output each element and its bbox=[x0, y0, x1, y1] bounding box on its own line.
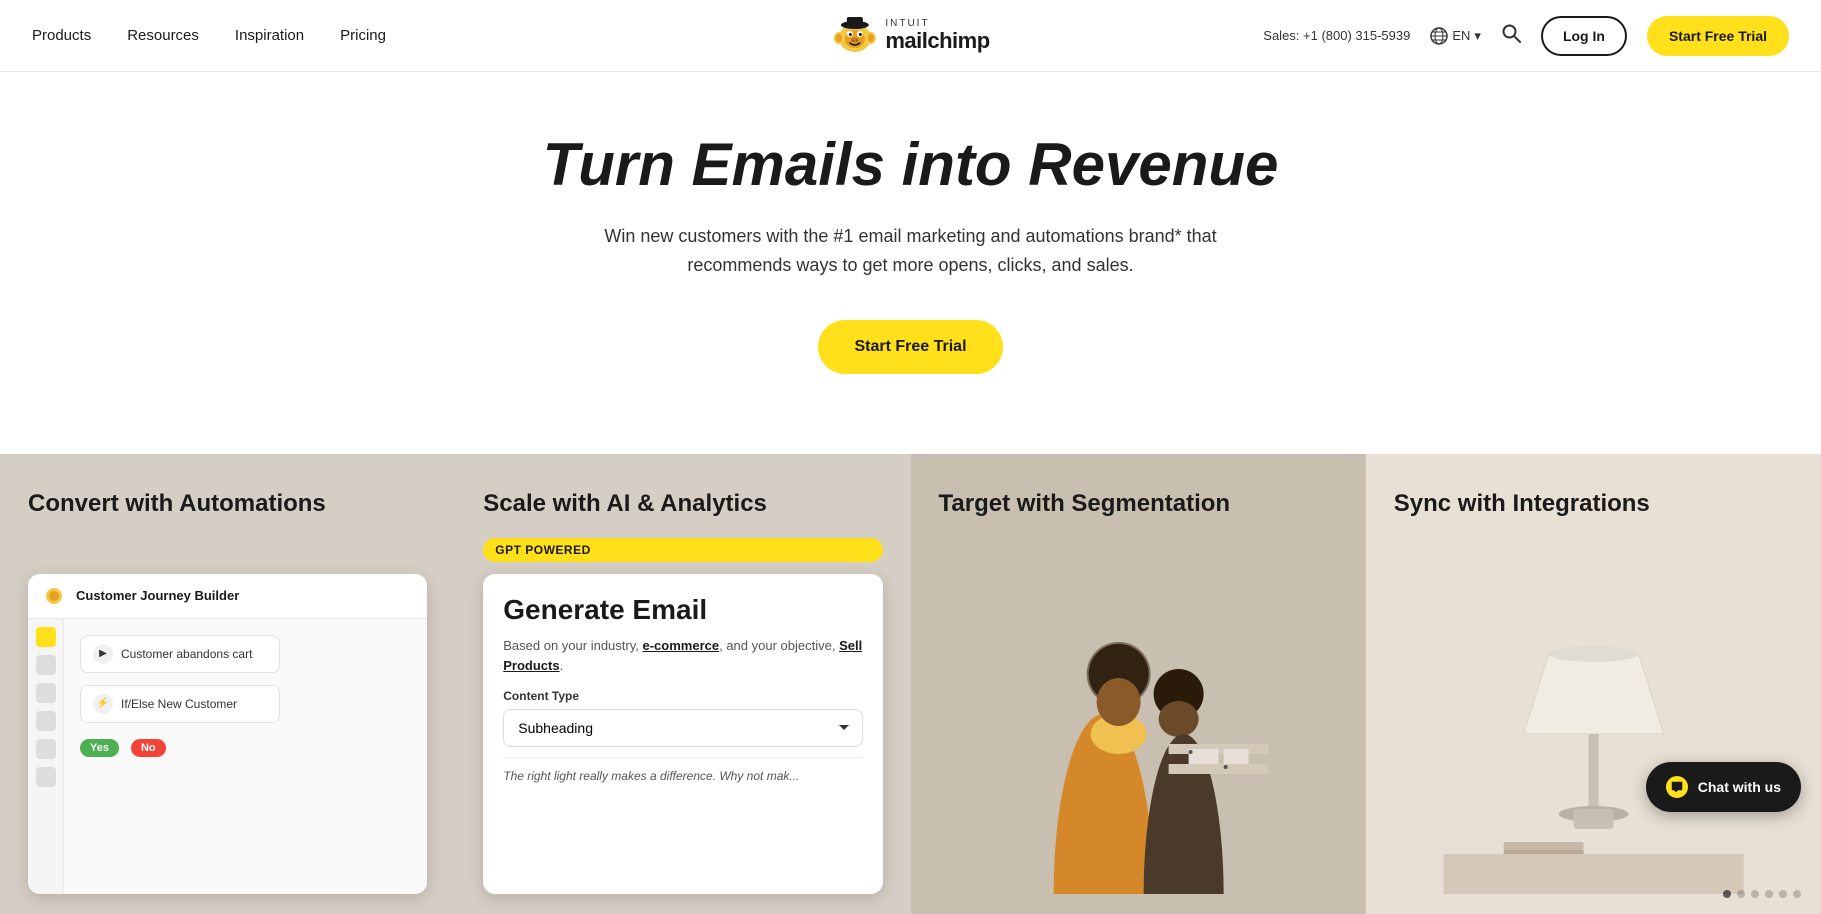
journey-header-icon bbox=[42, 584, 66, 608]
automations-title: Convert with Automations bbox=[28, 490, 427, 519]
feature-panel-integrations: Sync with Integrations bbox=[1366, 454, 1821, 914]
nav-inspiration[interactable]: Inspiration bbox=[235, 27, 304, 44]
sales-phone: Sales: +1 (800) 315-5939 bbox=[1263, 28, 1410, 43]
start-trial-button-hero[interactable]: Start Free Trial bbox=[818, 320, 1002, 374]
nav-resources[interactable]: Resources bbox=[127, 27, 199, 44]
sidebar-dot-5 bbox=[36, 739, 56, 759]
ai-title: Scale with AI & Analytics bbox=[483, 490, 882, 519]
carousel-dot-3[interactable] bbox=[1751, 890, 1759, 898]
sidebar-dot-3 bbox=[36, 683, 56, 703]
desc-mid: , and your objective, bbox=[719, 638, 839, 653]
carousel-dot-2[interactable] bbox=[1737, 890, 1745, 898]
chimp-small-icon bbox=[45, 587, 63, 605]
people-illustration bbox=[939, 594, 1338, 894]
journey-header: Customer Journey Builder bbox=[28, 574, 427, 619]
sidebar-dot-6 bbox=[36, 767, 56, 787]
content-type-label: Content Type bbox=[503, 689, 862, 703]
nav-products[interactable]: Products bbox=[32, 27, 91, 44]
gpt-badge: GPT POWERED bbox=[483, 538, 882, 562]
journey-node-1-label: Customer abandons cart bbox=[121, 647, 252, 661]
content-type-select[interactable]: Subheading Heading Body Copy CTA bbox=[503, 709, 862, 747]
hero-title: Turn Emails into Revenue bbox=[20, 132, 1801, 198]
ecommerce-link[interactable]: e-commerce bbox=[642, 638, 719, 653]
header: Products Resources Inspiration Pricing bbox=[0, 0, 1821, 72]
sidebar-dot-4 bbox=[36, 711, 56, 731]
play-icon: ▶ bbox=[93, 644, 113, 664]
journey-node-1: ▶ Customer abandons cart bbox=[80, 635, 280, 673]
sidebar-dot-1 bbox=[36, 627, 56, 647]
feature-panel-segmentation: Target with Segmentation bbox=[911, 454, 1366, 914]
carousel-dot-6[interactable] bbox=[1793, 890, 1801, 898]
integrations-visual bbox=[1394, 538, 1793, 893]
login-button[interactable]: Log In bbox=[1541, 16, 1627, 56]
chat-icon bbox=[1670, 780, 1684, 794]
search-button[interactable] bbox=[1501, 23, 1521, 48]
chat-bubble-icon bbox=[1666, 776, 1688, 798]
carousel-dot-5[interactable] bbox=[1779, 890, 1787, 898]
hero-subtitle: Win new customers with the #1 email mark… bbox=[571, 222, 1251, 280]
chat-widget[interactable]: Chat with us bbox=[1646, 762, 1801, 812]
carousel-dot-4[interactable] bbox=[1765, 890, 1773, 898]
desc-pre: Based on your industry, bbox=[503, 638, 642, 653]
nav-right: Sales: +1 (800) 315-5939 EN ▾ Log In Sta… bbox=[1263, 16, 1789, 56]
branch-icon: ⚡ bbox=[93, 694, 113, 714]
journey-node-2-label: If/Else New Customer bbox=[121, 697, 237, 711]
segmentation-visual bbox=[939, 538, 1338, 893]
globe-icon bbox=[1430, 27, 1448, 45]
sidebar-dot-2 bbox=[36, 655, 56, 675]
carousel-dot-1[interactable] bbox=[1723, 890, 1731, 898]
journey-branch: Yes No bbox=[80, 739, 411, 757]
branch-no-label: No bbox=[131, 739, 166, 757]
journey-header-title: Customer Journey Builder bbox=[76, 588, 239, 603]
journey-sidebar bbox=[28, 619, 64, 894]
hero-section: Turn Emails into Revenue Win new custome… bbox=[0, 72, 1821, 454]
feature-panel-automations: Convert with Automations Customer Journe… bbox=[0, 454, 455, 914]
integrations-title: Sync with Integrations bbox=[1394, 490, 1793, 519]
lang-chevron-icon: ▾ bbox=[1474, 28, 1481, 44]
carousel-dots bbox=[1723, 890, 1801, 898]
nav-pricing[interactable]: Pricing bbox=[340, 27, 386, 44]
chat-label: Chat with us bbox=[1698, 779, 1781, 795]
email-gen-card-desc: Based on your industry, e-commerce, and … bbox=[503, 636, 862, 675]
email-gen-card: Generate Email Based on your industry, e… bbox=[483, 574, 882, 893]
logo[interactable]: INTUIT mailchimp bbox=[831, 13, 989, 59]
lamp-illustration bbox=[1394, 594, 1793, 894]
lang-label: EN bbox=[1452, 28, 1470, 43]
email-gen-card-title: Generate Email bbox=[503, 594, 862, 626]
nav-left: Products Resources Inspiration Pricing bbox=[32, 27, 386, 44]
desc-end: . bbox=[560, 658, 564, 673]
start-trial-button-header[interactable]: Start Free Trial bbox=[1647, 16, 1789, 56]
mailchimp-logo-icon bbox=[831, 13, 877, 59]
logo-mailchimp-text: mailchimp bbox=[885, 29, 989, 53]
segmentation-title: Target with Segmentation bbox=[939, 490, 1338, 519]
journey-body: ▶ Customer abandons cart ⚡ If/Else New C… bbox=[28, 619, 427, 894]
search-icon bbox=[1501, 23, 1521, 43]
journey-node-2: ⚡ If/Else New Customer bbox=[80, 685, 280, 723]
feature-panel-ai: Scale with AI & Analytics GPT POWERED Ge… bbox=[455, 454, 910, 914]
email-preview-text: The right light really makes a differenc… bbox=[503, 757, 862, 785]
branch-yes-label: Yes bbox=[80, 739, 119, 757]
journey-content: ▶ Customer abandons cart ⚡ If/Else New C… bbox=[64, 619, 427, 894]
journey-builder-mockup: Customer Journey Builder ▶ Customer aban… bbox=[28, 574, 427, 894]
features-row: Convert with Automations Customer Journe… bbox=[0, 454, 1821, 914]
logo-text: INTUIT mailchimp bbox=[885, 18, 989, 53]
language-selector[interactable]: EN ▾ bbox=[1430, 27, 1481, 45]
